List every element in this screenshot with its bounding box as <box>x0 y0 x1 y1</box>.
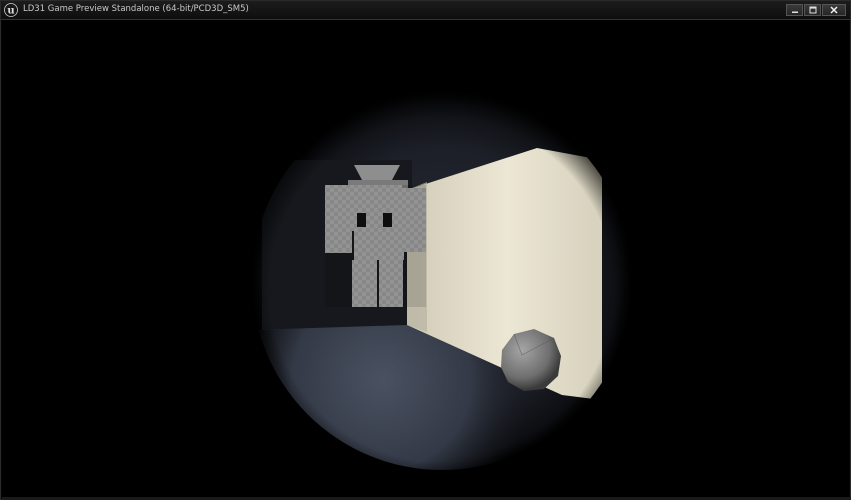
game-window: u LD31 Game Preview Standalone (64-bit/P… <box>0 0 851 500</box>
flashlight-vignette <box>232 70 652 490</box>
minimize-icon <box>791 11 798 13</box>
window-controls <box>786 4 846 16</box>
game-scene <box>2 20 849 497</box>
game-viewport[interactable] <box>2 20 849 497</box>
svg-text:u: u <box>7 6 14 17</box>
minimize-button[interactable] <box>786 4 803 16</box>
maximize-icon <box>809 6 816 14</box>
window-title: LD31 Game Preview Standalone (64-bit/PCD… <box>23 4 249 14</box>
close-button[interactable] <box>822 4 846 16</box>
maximize-button[interactable] <box>804 4 821 16</box>
close-icon <box>830 6 838 14</box>
title-bar[interactable]: u LD31 Game Preview Standalone (64-bit/P… <box>1 1 850 20</box>
unreal-engine-logo-icon[interactable]: u <box>4 3 18 17</box>
